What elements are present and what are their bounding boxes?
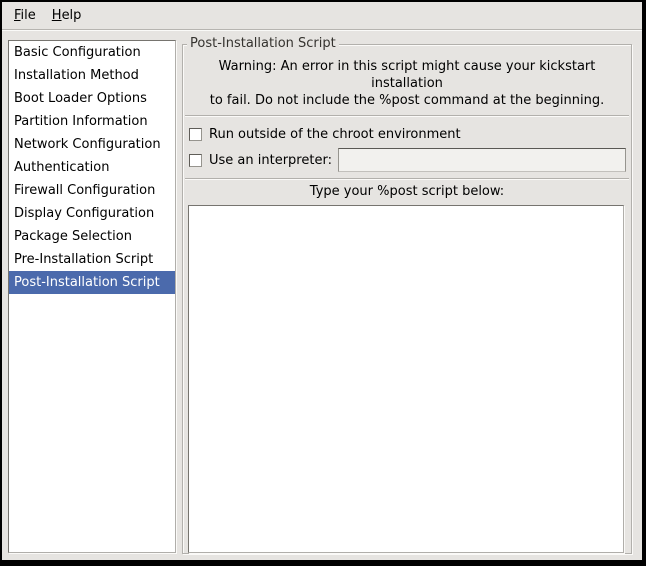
sidebar-item-authentication[interactable]: Authentication bbox=[9, 156, 175, 179]
script-area-label: Type your %post script below: bbox=[185, 184, 629, 200]
menu-item-file[interactable]: File bbox=[6, 4, 44, 27]
menu-help-label: elp bbox=[62, 8, 82, 23]
sidebar-item-installation-method[interactable]: Installation Method bbox=[9, 64, 175, 87]
sidebar-item-network-configuration[interactable]: Network Configuration bbox=[9, 133, 175, 156]
sidebar-item-boot-loader-options[interactable]: Boot Loader Options bbox=[9, 87, 175, 110]
warning-line-1: Warning: An error in this script might c… bbox=[185, 58, 629, 92]
warning-text: Warning: An error in this script might c… bbox=[185, 58, 629, 109]
kickstart-configurator-window: File Help Basic Configuration Installati… bbox=[0, 0, 646, 566]
sidebar-list: Basic Configuration Installation Method … bbox=[8, 40, 176, 553]
interpreter-checkbutton[interactable]: Use an interpreter: bbox=[185, 148, 629, 172]
post-script-textarea[interactable] bbox=[188, 205, 624, 553]
frame-body: Warning: An error in this script might c… bbox=[183, 45, 631, 553]
separator bbox=[185, 115, 629, 117]
interpreter-checkbox[interactable] bbox=[189, 154, 202, 167]
menu-help-accel: H bbox=[52, 8, 62, 23]
chroot-checkbox[interactable] bbox=[189, 128, 202, 141]
interpreter-input[interactable] bbox=[338, 148, 626, 172]
sidebar-item-basic-configuration[interactable]: Basic Configuration bbox=[9, 41, 175, 64]
sidebar-item-display-configuration[interactable]: Display Configuration bbox=[9, 202, 175, 225]
window-content: File Help Basic Configuration Installati… bbox=[2, 2, 642, 560]
separator bbox=[185, 178, 629, 180]
sidebar-item-pre-installation-script[interactable]: Pre-Installation Script bbox=[9, 248, 175, 271]
warning-line-2: to fail. Do not include the %post comman… bbox=[185, 92, 629, 109]
menu-file-label: ile bbox=[21, 8, 36, 23]
interpreter-checkbox-label[interactable]: Use an interpreter: bbox=[209, 153, 332, 168]
sidebar-item-post-installation-script[interactable]: Post-Installation Script bbox=[9, 271, 175, 294]
chroot-checkbutton[interactable]: Run outside of the chroot environment bbox=[185, 124, 629, 145]
chroot-checkbox-label[interactable]: Run outside of the chroot environment bbox=[209, 127, 461, 142]
menu-item-help[interactable]: Help bbox=[44, 4, 90, 27]
menubar: File Help bbox=[2, 2, 642, 30]
sidebar-item-firewall-configuration[interactable]: Firewall Configuration bbox=[9, 179, 175, 202]
sidebar-item-partition-information[interactable]: Partition Information bbox=[9, 110, 175, 133]
post-installation-script-frame: Post-Installation Script Warning: An err… bbox=[182, 44, 632, 554]
sidebar-item-package-selection[interactable]: Package Selection bbox=[9, 225, 175, 248]
